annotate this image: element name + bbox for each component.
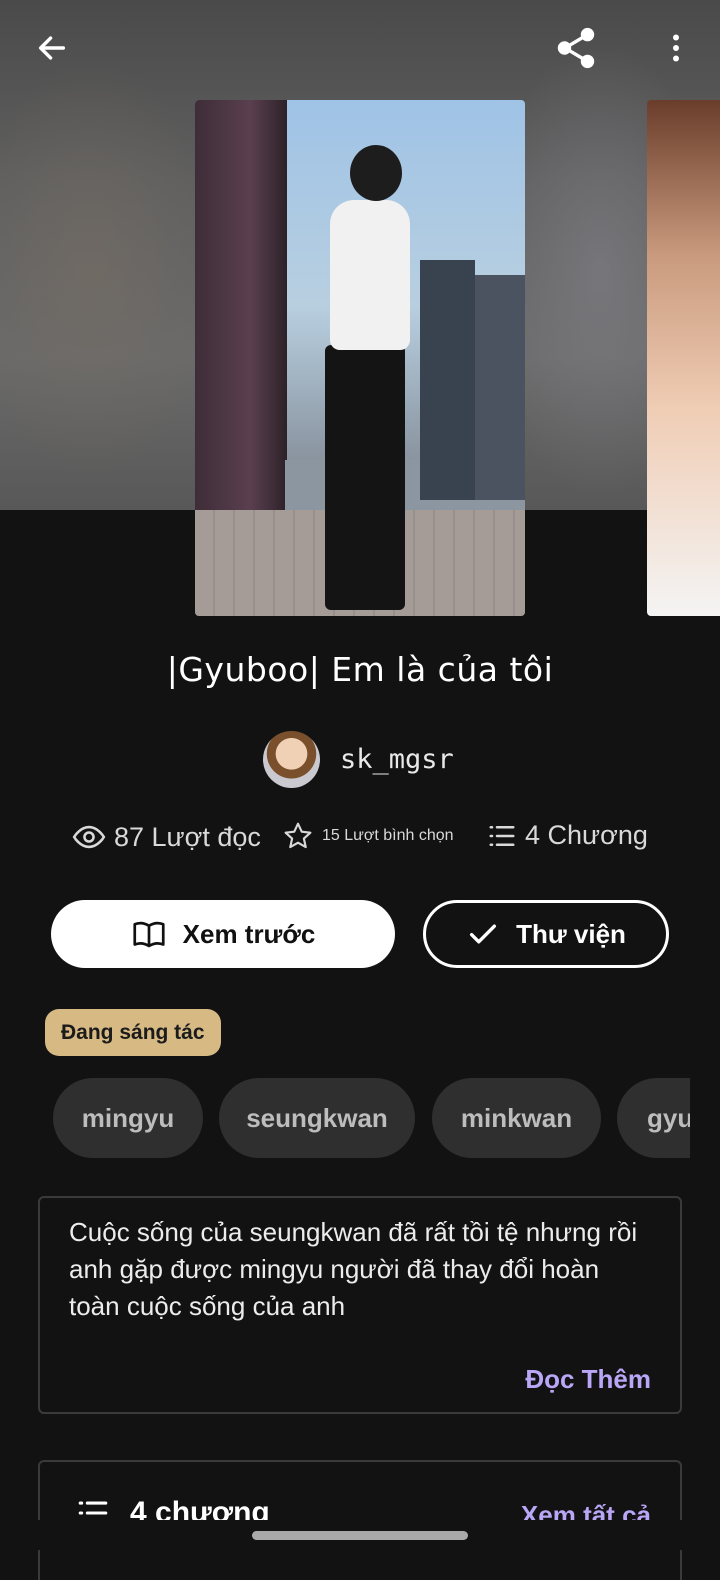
arrow-left-icon — [38, 36, 66, 60]
more-vertical-icon — [673, 34, 679, 62]
check-icon — [470, 924, 497, 944]
author[interactable]: sk_mgsr — [263, 731, 454, 788]
story-stats: 87 Lượt đọc 15 Lượt bình chọn 4 Chương — [72, 820, 672, 866]
status-badge: Đang sáng tác — [45, 1009, 221, 1056]
tag-seungkwan[interactable]: seungkwan — [219, 1078, 415, 1158]
eye-icon — [72, 825, 106, 849]
next-story-cover[interactable] — [647, 100, 720, 616]
votes-count: 15 Lượt bình chọn — [322, 827, 454, 844]
story-title: |Gyuboo| Em là của tôi — [166, 650, 554, 689]
share-button[interactable] — [550, 22, 602, 74]
parts-stat: 4 Chương — [487, 820, 648, 851]
share-icon — [557, 27, 595, 69]
home-indicator[interactable] — [252, 1531, 468, 1540]
tag-list: mingyu seungkwan minkwan gyu — [53, 1078, 690, 1158]
library-button[interactable]: Thư viện — [423, 900, 669, 968]
tag-minkwan[interactable]: minkwan — [432, 1078, 601, 1158]
book-open-icon — [133, 921, 165, 948]
preview-button[interactable]: Xem trước — [51, 900, 395, 968]
reads-stat: 87 Lượt đọc — [72, 820, 261, 854]
read-more-link[interactable]: Đọc Thêm — [525, 1364, 651, 1395]
reads-count: 87 Lượt đọc — [114, 821, 261, 852]
description-text: Cuộc sống của seungkwan đã rất tồi tệ nh… — [69, 1217, 638, 1321]
library-label: Thư viện — [516, 918, 626, 949]
more-options-button[interactable] — [650, 22, 702, 74]
preview-label: Xem trước — [182, 918, 316, 949]
back-button[interactable] — [26, 22, 78, 74]
votes-stat: 15 Lượt bình chọn — [282, 820, 454, 852]
list-icon — [489, 825, 515, 846]
tag-gyu[interactable]: gyu — [617, 1078, 690, 1158]
tag-mingyu[interactable]: mingyu — [53, 1078, 203, 1158]
avatar[interactable] — [263, 731, 320, 788]
parts-count: 4 Chương — [525, 820, 648, 850]
star-icon — [284, 822, 312, 849]
story-cover[interactable] — [195, 100, 525, 616]
author-name[interactable]: sk_mgsr — [340, 744, 454, 775]
description-box: Cuộc sống của seungkwan đã rất tồi tệ nh… — [38, 1196, 682, 1414]
